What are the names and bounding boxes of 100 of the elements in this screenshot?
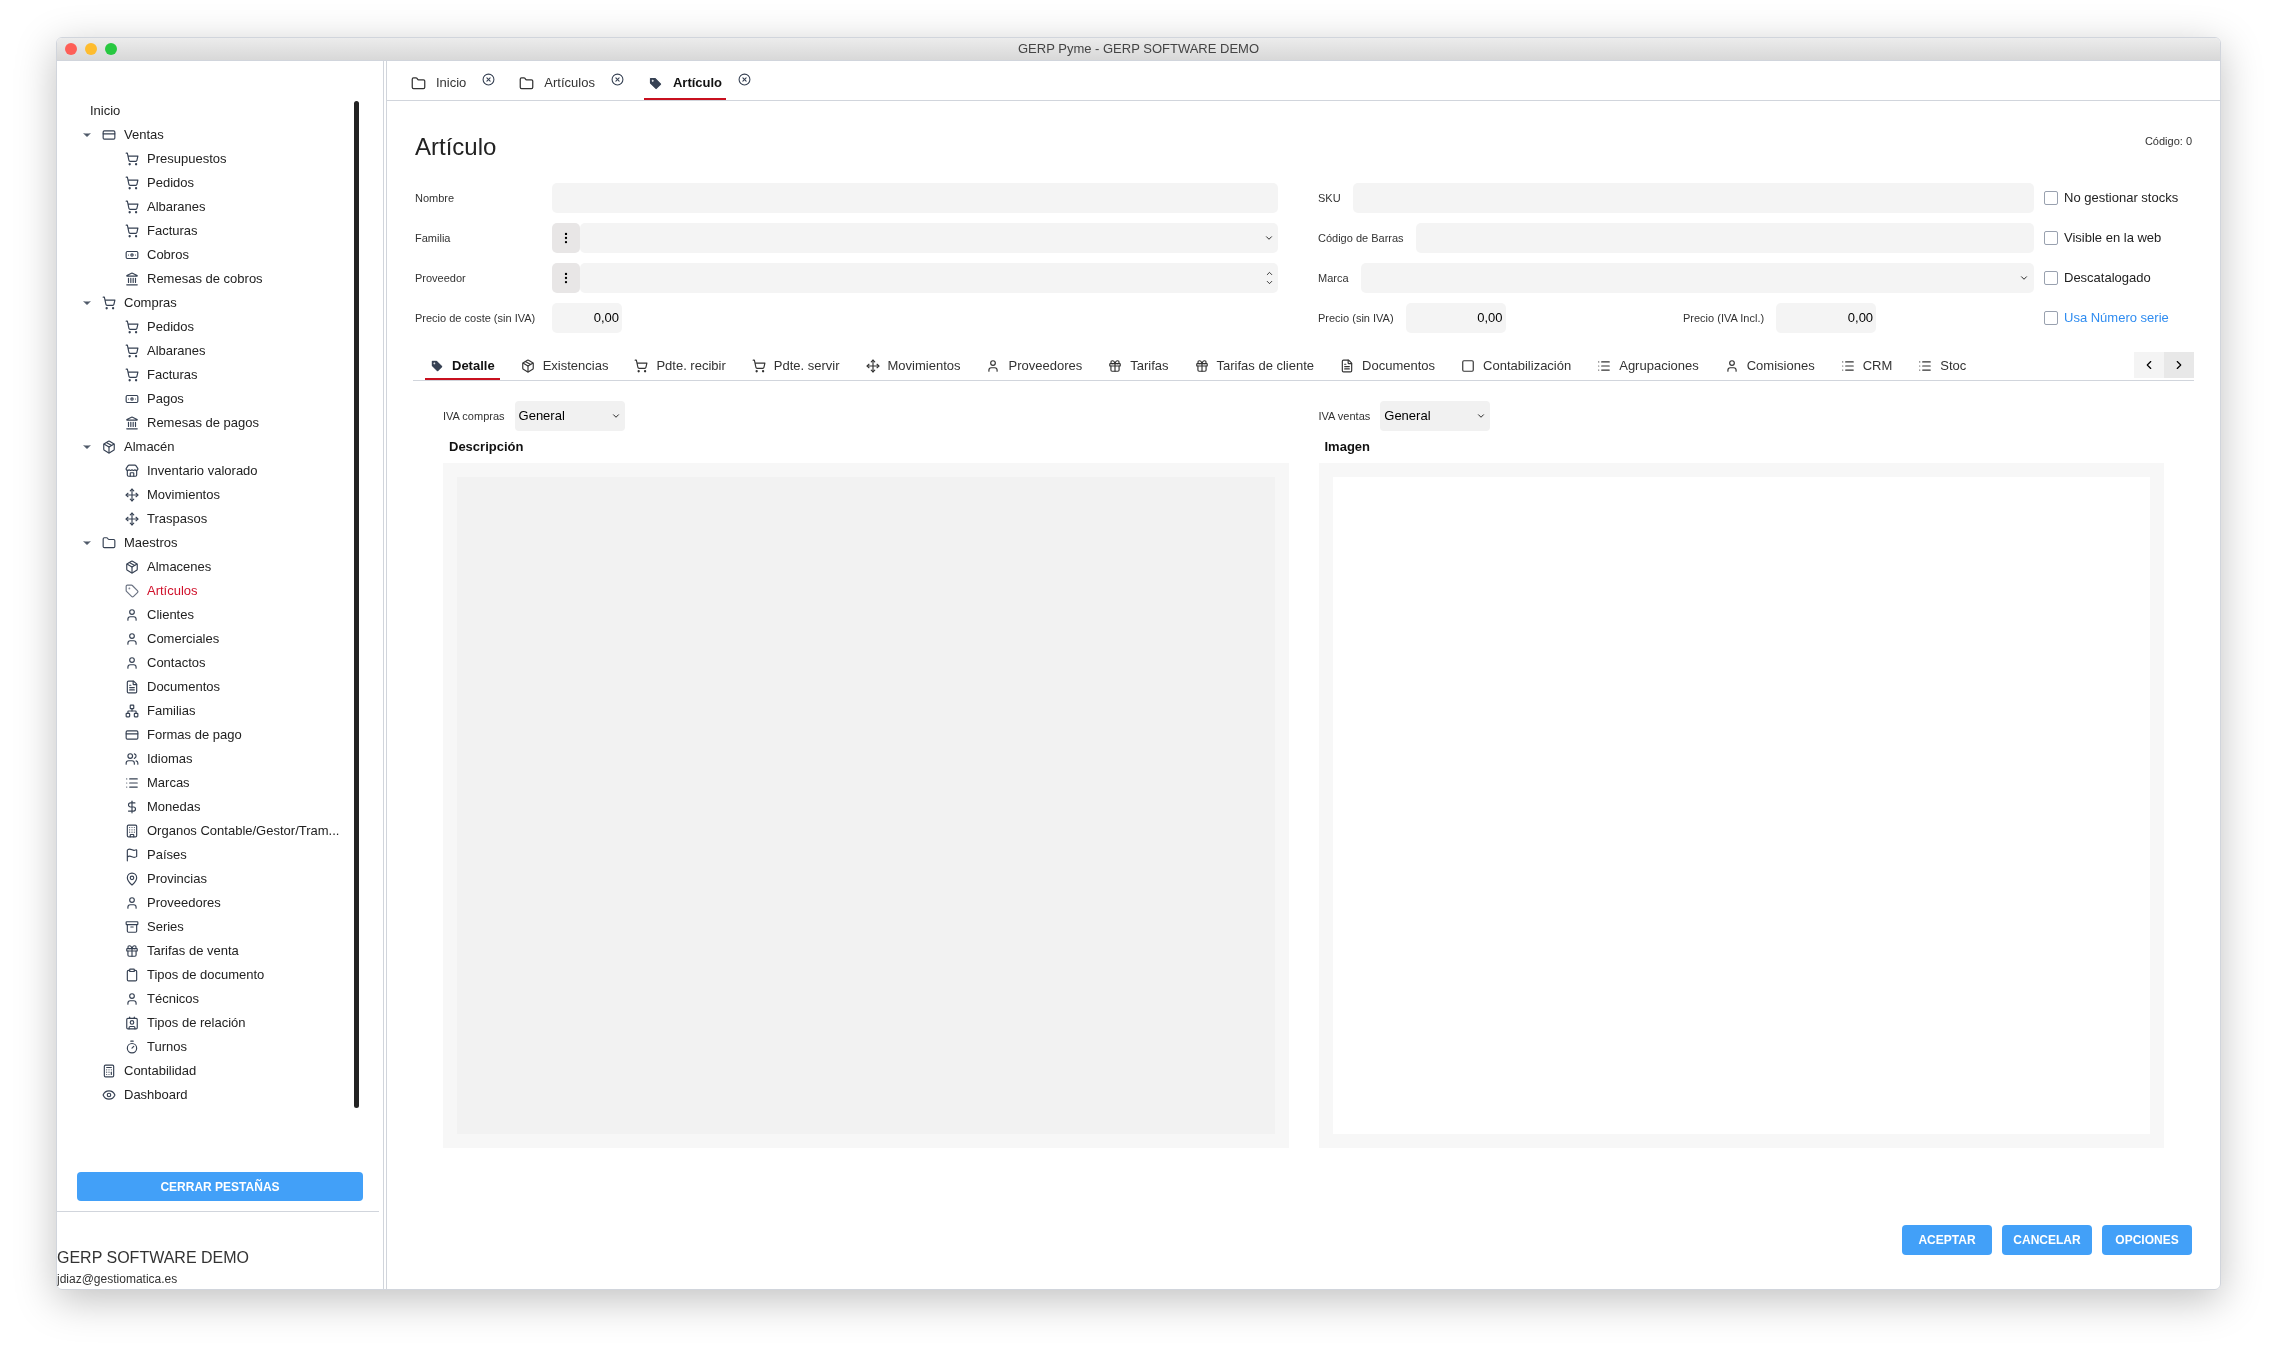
sidebar-item[interactable]: Pagos	[147, 389, 184, 409]
dropdown-field[interactable]: General	[514, 401, 625, 431]
close-window-button[interactable]	[65, 43, 77, 55]
sidebar-item[interactable]: Facturas	[147, 365, 198, 385]
banknote-icon	[125, 248, 139, 262]
dropdown-field[interactable]	[580, 223, 1278, 253]
sidebar-item[interactable]: Albaranes	[147, 197, 206, 217]
tab[interactable]: Documentos	[1335, 354, 1441, 380]
checkbox[interactable]	[2044, 311, 2058, 325]
sidebar-item[interactable]: Inventario valorado	[147, 461, 258, 481]
sidebar-item[interactable]: Facturas	[147, 221, 198, 241]
sidebar-item[interactable]: Cobros	[147, 245, 189, 265]
sidebar-item[interactable]: Inicio	[90, 101, 121, 121]
sidebar-item[interactable]: Remesas de cobros	[147, 269, 263, 289]
sidebar-item[interactable]: Movimientos	[147, 485, 220, 505]
sidebar-item[interactable]: Pedidos	[147, 317, 194, 337]
tab[interactable]: Existencias	[515, 354, 614, 380]
sidebar-item[interactable]: Maestros	[124, 533, 178, 553]
sidebar-item[interactable]: Presupuestos	[147, 149, 227, 169]
sidebar-item[interactable]: Provincias	[147, 869, 207, 889]
field-label: Proveedor	[415, 270, 467, 286]
number-field[interactable]: 0,00	[552, 303, 622, 333]
sidebar-item[interactable]: Artículos	[147, 581, 198, 601]
sidebar-item[interactable]: Clientes	[147, 605, 194, 625]
company-name: GERP SOFTWARE DEMO	[57, 1248, 250, 1268]
close-icon[interactable]	[610, 73, 624, 86]
sidebar-item[interactable]: Formas de pago	[147, 725, 242, 745]
tag-icon	[125, 584, 139, 598]
banknote-icon	[125, 392, 139, 406]
sidebar-item[interactable]: Familias	[147, 701, 196, 721]
scrollbar[interactable]	[354, 101, 359, 1108]
sidebar-item[interactable]: Marcas	[147, 773, 190, 793]
scroll-right-button[interactable]	[2164, 352, 2194, 378]
tag-icon	[647, 75, 663, 91]
tab[interactable]: Tarifas de cliente	[1189, 354, 1320, 380]
sidebar-item[interactable]: Traspasos	[147, 509, 208, 529]
tab[interactable]: Agrupaciones	[1592, 354, 1704, 380]
sidebar-item[interactable]: Contabilidad	[124, 1061, 197, 1081]
sidebar-item[interactable]: Países	[147, 845, 187, 865]
tab[interactable]: Proveedores	[981, 354, 1088, 380]
sidebar-item[interactable]: Albaranes	[147, 341, 206, 361]
sidebar-item[interactable]: Monedas	[147, 797, 201, 817]
checkbox[interactable]	[2044, 271, 2058, 285]
tab[interactable]: Detalle	[425, 354, 500, 380]
cart-icon	[125, 200, 139, 214]
sidebar-item[interactable]: Contactos	[147, 653, 206, 673]
sidebar-item[interactable]: Tarifas de venta	[147, 941, 239, 961]
menu-button[interactable]	[552, 223, 580, 253]
sidebar-item[interactable]: Series	[147, 917, 184, 937]
stepper-icon	[1265, 269, 1274, 287]
user-icon	[125, 992, 139, 1006]
tab[interactable]: Artículos	[515, 68, 599, 100]
close-icon[interactable]	[738, 73, 752, 86]
combo-field[interactable]	[580, 263, 1278, 293]
tab[interactable]: Stoc	[1913, 354, 1972, 380]
close-icon[interactable]	[482, 73, 496, 86]
tab[interactable]: Movimientos	[860, 354, 966, 380]
checkbox-link[interactable]: Usa Número serie	[2064, 308, 2169, 328]
minimize-window-button[interactable]	[85, 43, 97, 55]
number-field[interactable]: 0,00	[1776, 303, 1877, 333]
dropdown-field[interactable]: General	[1380, 401, 1491, 431]
sidebar-item[interactable]: Almacenes	[147, 557, 212, 577]
eye-icon	[102, 1088, 116, 1102]
zoom-window-button[interactable]	[105, 43, 117, 55]
sidebar-item[interactable]: Pedidos	[147, 173, 194, 193]
user-icon	[125, 632, 139, 646]
sidebar-item[interactable]: Tipos de relación	[147, 1013, 246, 1033]
tab[interactable]: Contabilización	[1456, 354, 1577, 380]
checkbox[interactable]	[2044, 191, 2058, 205]
gift-icon	[1194, 359, 1209, 373]
tab[interactable]: Pdte. servir	[746, 354, 845, 380]
sidebar-item[interactable]: Organos Contable/Gestor/Tram...	[147, 821, 340, 841]
sidebar-item[interactable]: Técnicos	[147, 989, 200, 1009]
sidebar-item[interactable]: Tipos de documento	[147, 965, 265, 985]
tab[interactable]: Pdte. recibir	[629, 354, 731, 380]
tab[interactable]: Inicio	[407, 68, 471, 100]
menu-button[interactable]	[552, 263, 580, 293]
sidebar-item[interactable]: Compras	[124, 293, 177, 313]
sidebar-item[interactable]: Remesas de pagos	[147, 413, 259, 433]
field-label: Nombre	[415, 190, 456, 206]
page-title: Artículo	[415, 132, 497, 162]
bank-icon	[125, 416, 139, 430]
cart-icon	[125, 368, 139, 382]
tab[interactable]: CRM	[1835, 354, 1898, 380]
checkbox[interactable]	[2044, 231, 2058, 245]
sidebar-item[interactable]: Idiomas	[147, 749, 193, 769]
list-icon	[125, 776, 139, 790]
tab[interactable]: Tarifas	[1103, 354, 1174, 380]
scroll-left-button[interactable]	[2134, 352, 2164, 378]
sidebar-item[interactable]: Ventas	[124, 125, 164, 145]
tab[interactable]: Comisiones	[1719, 354, 1820, 380]
number-field[interactable]: 0,00	[1405, 303, 1506, 333]
sidebar-item[interactable]: Documentos	[147, 677, 220, 697]
sidebar-item[interactable]: Dashboard	[124, 1085, 188, 1105]
dropdown-field[interactable]	[1360, 263, 2034, 293]
sidebar-item[interactable]: Almacén	[124, 437, 175, 457]
sidebar-item[interactable]: Comerciales	[147, 629, 220, 649]
sidebar-item[interactable]: Turnos	[147, 1037, 187, 1057]
sidebar-item[interactable]: Proveedores	[147, 893, 221, 913]
tab[interactable]: Artículo	[643, 68, 727, 100]
